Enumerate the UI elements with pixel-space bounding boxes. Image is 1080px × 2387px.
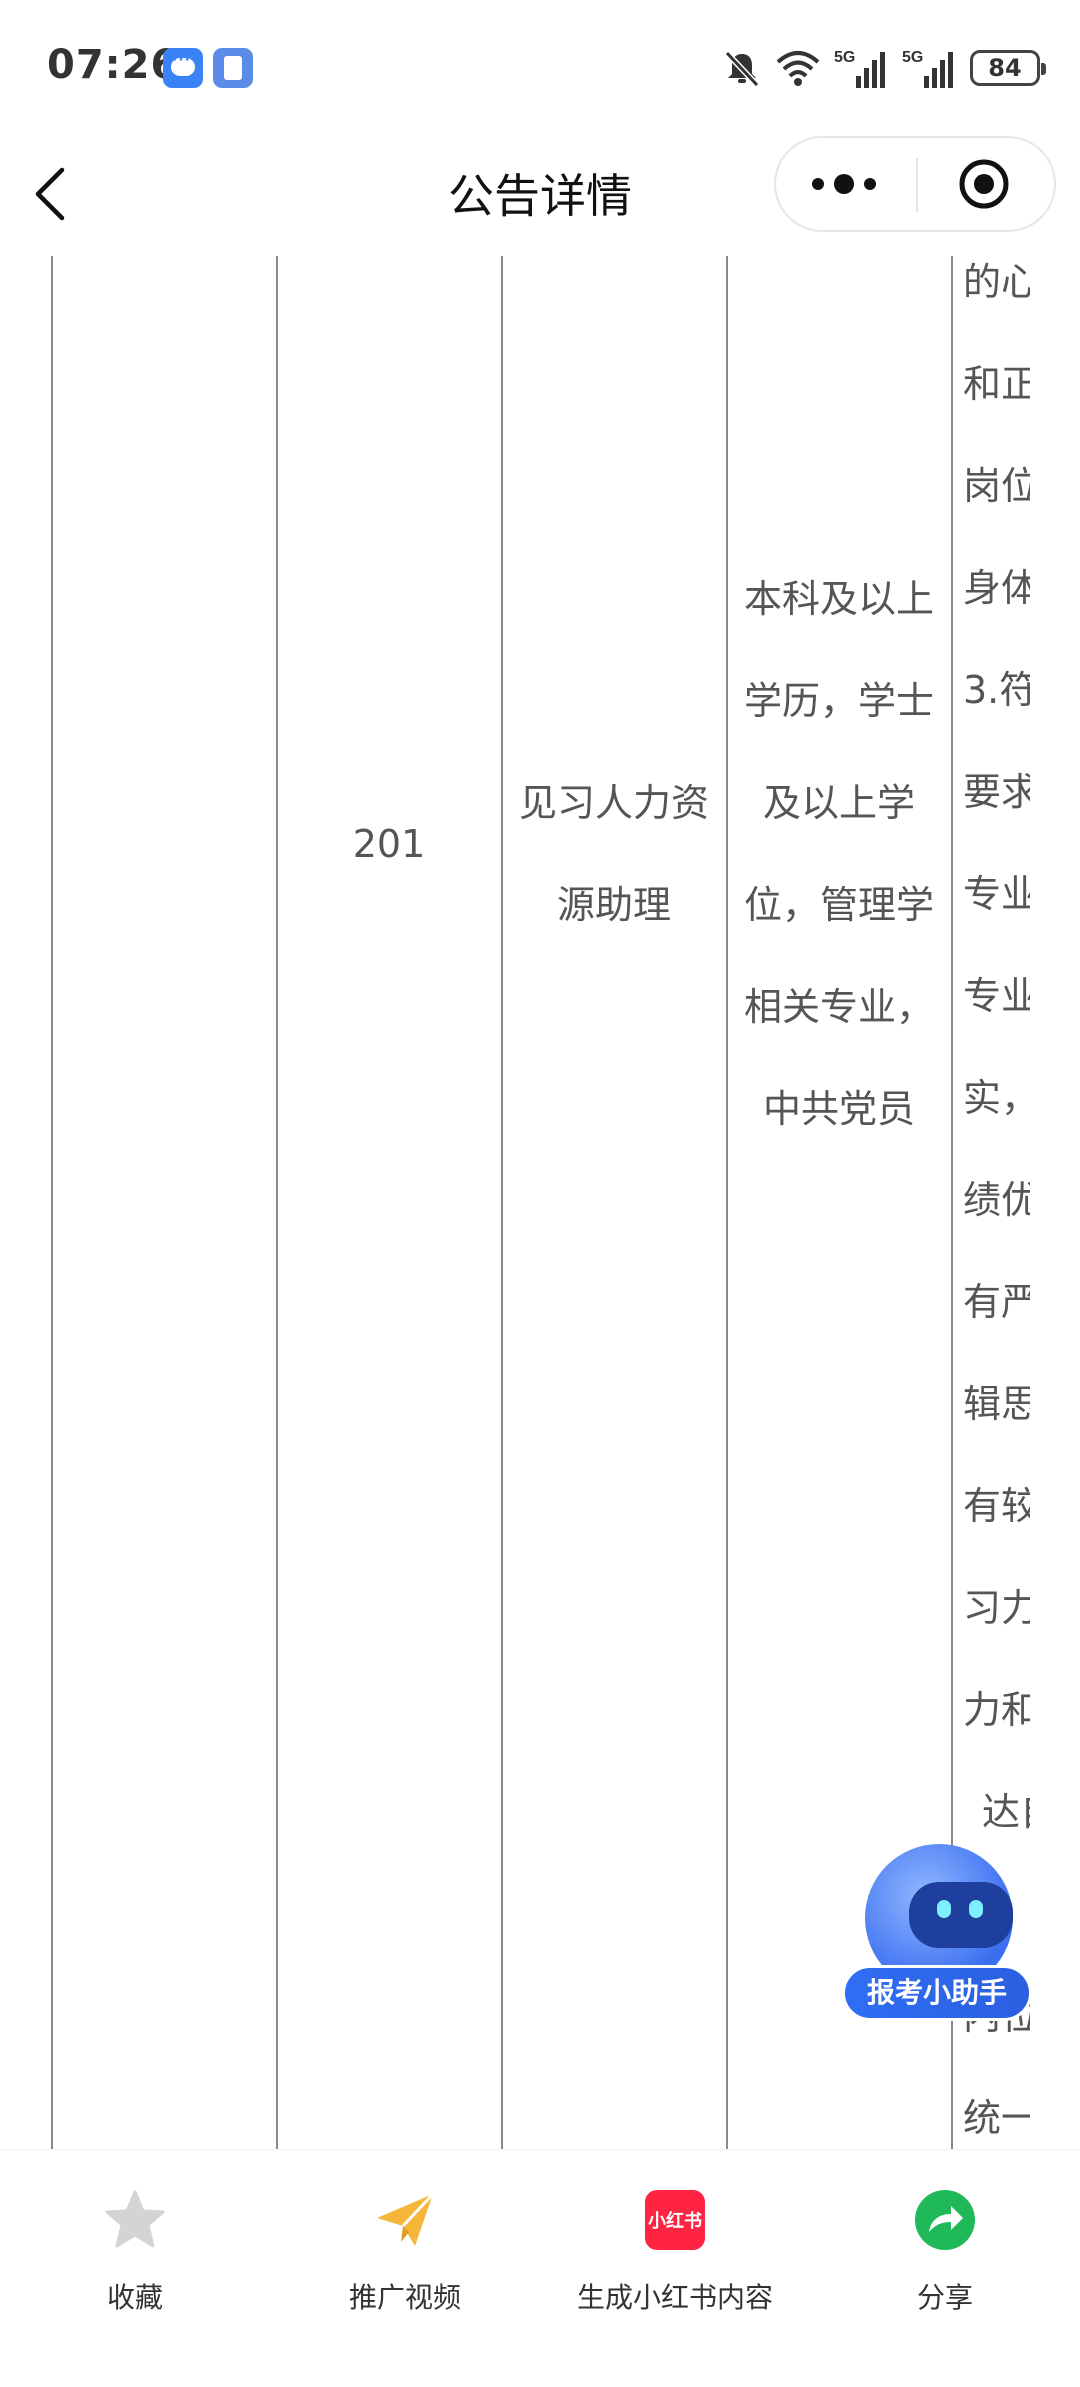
document-icon (213, 48, 253, 88)
favorite-button[interactable]: 收藏 (0, 2172, 270, 2332)
requirements-cell: 本科及以上 学历，学士 及以上学 位，管理学 相关专业， 中共党员 (727, 548, 951, 1160)
paper-plane-icon (373, 2188, 437, 2252)
favorite-label: 收藏 (106, 2281, 163, 2314)
conditions-line: 岗位 (963, 464, 1030, 508)
requirements-line: 及以上学 (762, 781, 915, 825)
xiaohongshu-button[interactable]: 小红书 生成小红书内容 (540, 2172, 810, 2332)
nav-bar: 公告详情 (0, 130, 1080, 256)
position-code-cell: 201 (352, 822, 426, 866)
share-arrow-icon (913, 2188, 977, 2252)
table-column-divider (501, 256, 503, 2149)
robot-eye (969, 1900, 983, 1918)
more-dots-icon (812, 174, 876, 194)
exam-assistant-button[interactable]: 报考小助手 (842, 1840, 1032, 2030)
table-column-divider (51, 256, 53, 2149)
share-button[interactable]: 分享 (810, 2172, 1080, 2332)
conditions-line: 专业 (963, 974, 1030, 1018)
position-name-line: 见习人力资 (518, 781, 709, 825)
requirements-line: 学历，学士 (743, 679, 934, 723)
conditions-line: 力和 (963, 1688, 1030, 1732)
xiaohongshu-logo-text: 小红书 (645, 2190, 705, 2250)
table-column-divider (726, 256, 728, 2149)
more-button[interactable] (776, 138, 916, 230)
position-name-line: 源助理 (556, 883, 671, 927)
table-column-divider (276, 256, 278, 2149)
promo-video-label: 推广视频 (348, 2281, 461, 2314)
close-button[interactable] (918, 138, 1056, 230)
conditions-line: 习力 (963, 1586, 1030, 1630)
svg-text:5G: 5G (902, 49, 923, 66)
conditions-line: 3.符 (963, 668, 1030, 712)
conditions-line: 要求 (963, 770, 1030, 814)
conditions-line: 绩优 (963, 1178, 1030, 1222)
conditions-line: 身体 (963, 566, 1030, 610)
battery-level: 84 (988, 54, 1022, 82)
status-bar: 07:26 5G (0, 0, 1080, 130)
svg-text:5G: 5G (834, 49, 855, 66)
share-label: 分享 (916, 2281, 973, 2314)
signal-5g-icon: 5G (834, 46, 890, 90)
mute-bell-icon (722, 48, 762, 88)
requirements-line: 中共党员 (762, 1087, 915, 1131)
robot-face (909, 1882, 1013, 1948)
conditions-line: 辑思 (963, 1382, 1030, 1426)
conditions-line: 和正 (963, 362, 1030, 406)
conditions-line: 达自 (982, 1790, 1030, 1834)
battery-icon: 84 (970, 50, 1046, 86)
target-close-icon (959, 159, 1009, 209)
conditions-line: 专业 (963, 872, 1030, 916)
robot-eye (937, 1900, 951, 1918)
star-icon (103, 2188, 167, 2252)
position-name-cell: 见习人力资 源助理 (502, 752, 726, 956)
xiaohongshu-icon: 小红书 (643, 2188, 707, 2252)
status-indicators: 5G 5G 84 (722, 44, 1046, 92)
signal-5g-icon: 5G (902, 46, 958, 90)
assistant-label: 报考小助手 (842, 1965, 1032, 2021)
requirements-line: 相关专业， (743, 985, 934, 1029)
conditions-line: 统一 (963, 2096, 1030, 2140)
conditions-line: 有较 (963, 1484, 1030, 1528)
chat-bubble-icon (163, 48, 203, 88)
requirements-line: 本科及以上 (743, 577, 934, 621)
xiaohongshu-label: 生成小红书内容 (576, 2281, 773, 2314)
promo-video-button[interactable]: 推广视频 (270, 2172, 540, 2332)
conditions-line: 有严 (963, 1280, 1030, 1324)
conditions-line: 实， (963, 1076, 1030, 1120)
wifi-icon (774, 48, 822, 88)
conditions-line: 的心 (963, 260, 1030, 304)
bottom-action-bar: 收藏 推广视频 小红书 生成小红书内容 分享 (0, 2149, 1080, 2387)
status-time: 07:26 (47, 42, 180, 88)
mini-program-capsule (774, 136, 1056, 232)
requirements-line: 位，管理学 (743, 883, 934, 927)
